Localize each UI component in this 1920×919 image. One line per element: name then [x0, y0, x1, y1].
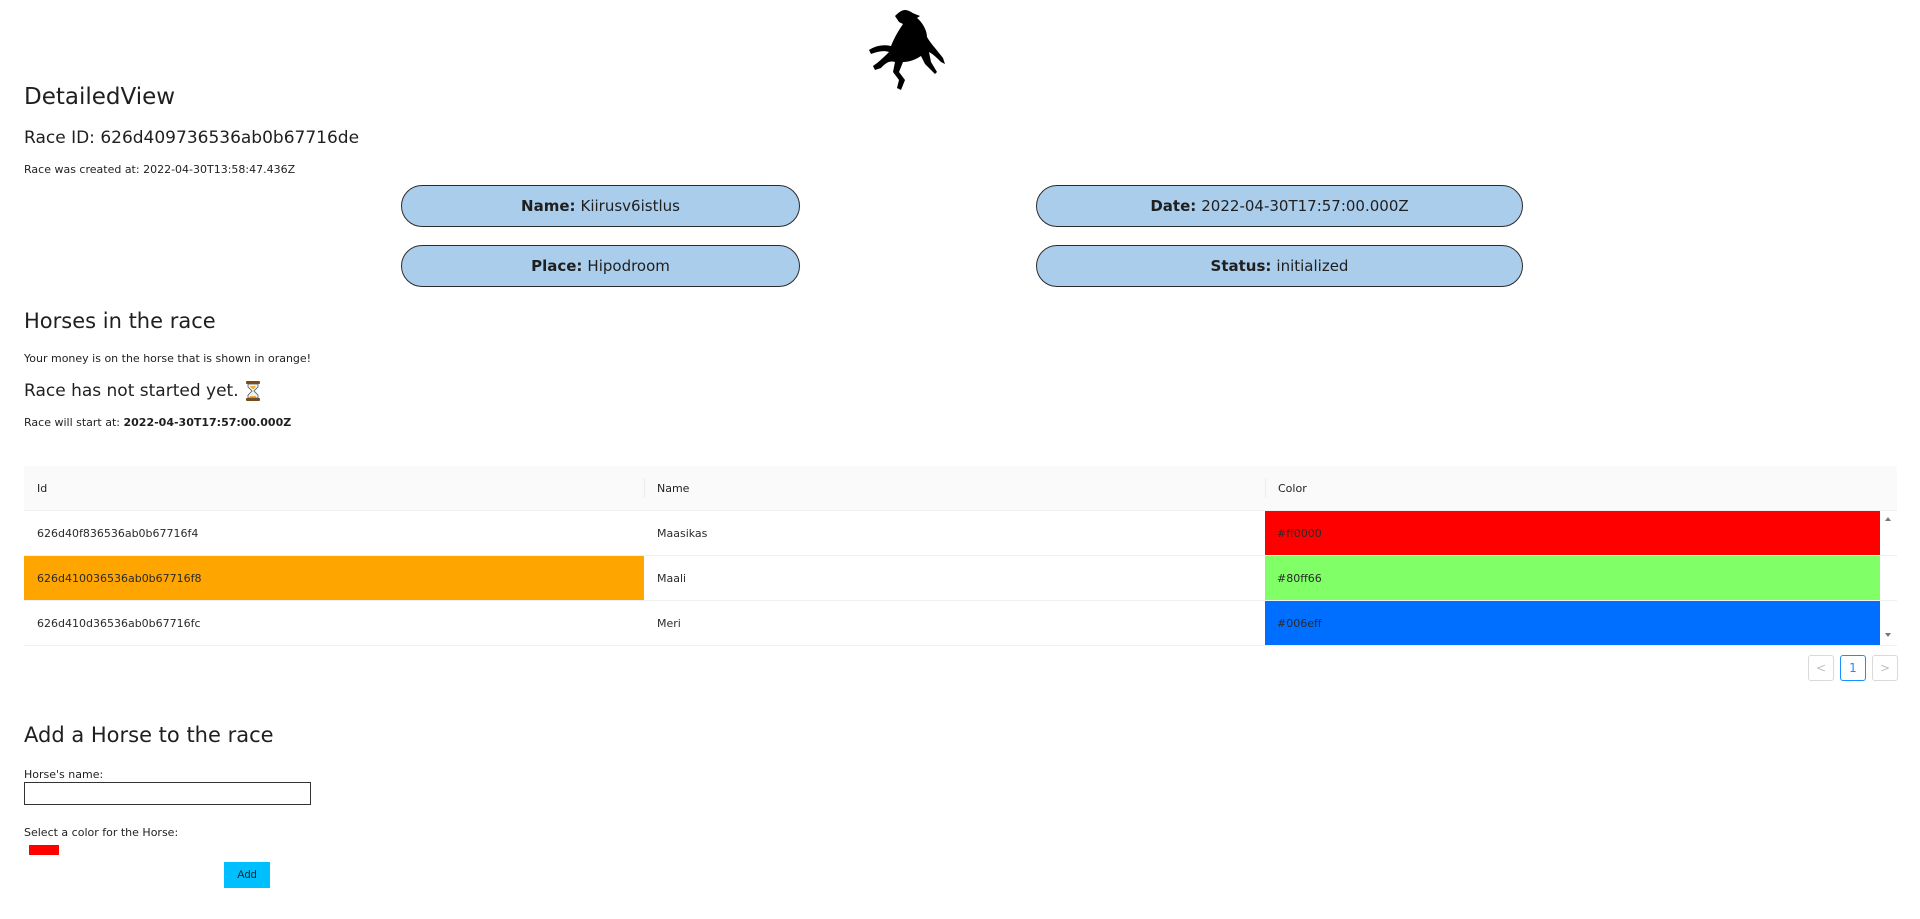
race-name-value: Kiirusv6istlus: [580, 197, 680, 215]
horse-color-cell: #80ff66: [1265, 556, 1880, 600]
race-start-text: Race will start at: 2022-04-30T17:57:00.…: [24, 416, 291, 429]
race-status-heading: Race has not started yet.: [24, 381, 261, 401]
pagination-next-button[interactable]: >: [1872, 655, 1898, 681]
race-date-value: 2022-04-30T17:57:00.000Z: [1201, 197, 1409, 215]
start-label: Race will start at:: [24, 416, 120, 429]
race-date-pill: Date: 2022-04-30T17:57:00.000Z: [1036, 185, 1523, 227]
page-title: DetailedView: [24, 84, 176, 110]
race-date-label: Date:: [1150, 197, 1197, 215]
race-place-label: Place:: [531, 257, 583, 275]
table-row[interactable]: 626d40f836536ab0b67716f4 Maasikas #ff0000: [24, 511, 1897, 556]
table-scrollbar[interactable]: [1880, 511, 1896, 643]
table-header: Id Name Color: [24, 466, 1897, 511]
horse-name-label: Horse's name:: [24, 768, 104, 781]
horse-name-cell: Maali: [657, 571, 687, 585]
column-header-color: Color: [1265, 466, 1897, 510]
table-row[interactable]: 626d410d36536ab0b67716fc Meri #006eff: [24, 601, 1897, 646]
race-place-value: Hipodroom: [587, 257, 670, 275]
race-created-text: Race was created at: 2022-04-30T13:58:47…: [24, 163, 295, 176]
horse-name-input[interactable]: [24, 782, 311, 805]
table-row[interactable]: 626d410036536ab0b67716f8 Maali #80ff66: [24, 556, 1897, 601]
race-id-value: 626d409736536ab0b67716de: [100, 128, 360, 148]
horse-id-cell: 626d40f836536ab0b67716f4: [37, 526, 199, 540]
race-name-label: Name:: [521, 197, 576, 215]
column-header-name: Name: [644, 466, 1265, 510]
start-time-value: 2022-04-30T17:57:00.000Z: [123, 416, 292, 429]
race-status-heading-text: Race has not started yet.: [24, 381, 239, 401]
column-header-id: Id: [37, 481, 48, 495]
race-id-label: Race ID:: [24, 128, 95, 148]
horse-name-cell: Meri: [657, 616, 681, 630]
horses-table: Id Name Color 626d40f836536ab0b67716f4 Ma…: [24, 466, 1897, 646]
race-status-label: Status:: [1210, 257, 1272, 275]
pagination-page-1[interactable]: 1: [1840, 655, 1866, 681]
horses-section-title: Horses in the race: [24, 309, 216, 333]
horse-color-label: Select a color for the Horse:: [24, 826, 179, 839]
created-value: 2022-04-30T13:58:47.436Z: [143, 163, 296, 176]
horse-color-cell: #006eff: [1265, 601, 1880, 645]
race-status-value: initialized: [1276, 257, 1349, 275]
race-id-heading: Race ID: 626d409736536ab0b67716de: [24, 128, 359, 148]
race-name-pill: Name: Kiirusv6istlus: [401, 185, 800, 227]
horse-id-cell: 626d410036536ab0b67716f8: [24, 556, 644, 600]
race-status-pill: Status: initialized: [1036, 245, 1523, 287]
horse-color-cell: #ff0000: [1265, 511, 1880, 555]
horse-id-cell: 626d410d36536ab0b67716fc: [37, 616, 201, 630]
pagination-prev-button[interactable]: <: [1808, 655, 1834, 681]
hourglass-icon: [245, 381, 261, 401]
horse-name-cell: Maasikas: [657, 526, 708, 540]
horse-logo-icon: [865, 6, 945, 90]
add-horse-title: Add a Horse to the race: [24, 723, 274, 747]
horse-color-picker[interactable]: [29, 845, 59, 855]
table-body: 626d40f836536ab0b67716f4 Maasikas #ff0000 6…: [24, 511, 1897, 646]
created-label: Race was created at:: [24, 163, 140, 176]
bet-note: Your money is on the horse that is shown…: [24, 352, 312, 365]
add-horse-button[interactable]: Add: [224, 862, 270, 888]
race-place-pill: Place: Hipodroom: [401, 245, 800, 287]
